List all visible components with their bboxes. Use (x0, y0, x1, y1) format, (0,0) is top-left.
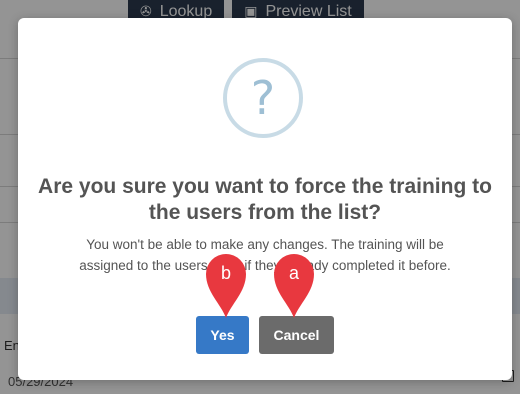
annotation-marker-b-label: b (220, 263, 231, 283)
question-icon: ? (223, 58, 303, 138)
screen: ✇ Lookup ▣ Preview List En 05/29/2024 ? … (0, 0, 520, 394)
question-glyph: ? (250, 71, 276, 125)
cancel-button[interactable]: Cancel (259, 316, 334, 354)
dialog-message: You won't be able to make any changes. T… (79, 237, 451, 273)
annotation-marker-b: b (202, 250, 250, 320)
confirmation-dialog: ? Are you sure you want to force the tra… (18, 18, 512, 380)
map-pin-icon (206, 254, 246, 318)
dialog-actions: Yes Cancel (18, 316, 512, 354)
annotation-marker-a-label: a (288, 263, 299, 283)
yes-button[interactable]: Yes (196, 316, 249, 354)
dialog-title: Are you sure you want to force the train… (38, 175, 492, 224)
annotation-marker-a: a (270, 250, 318, 320)
map-pin-icon (274, 254, 314, 318)
